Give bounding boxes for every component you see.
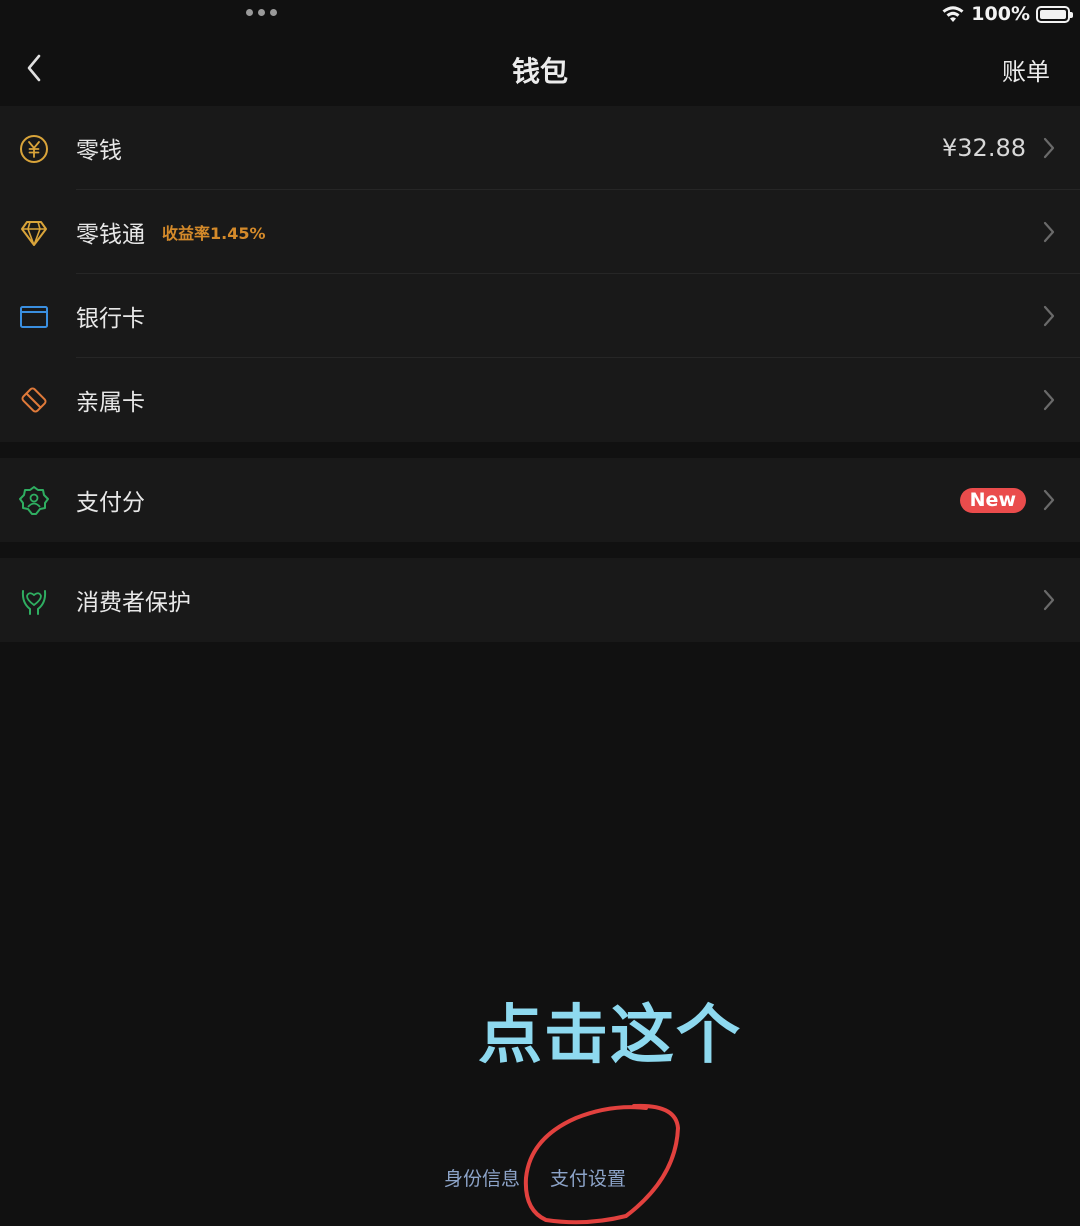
payscore-group: 支付分 New (0, 458, 1080, 542)
row-family-card-label: 亲属卡 (76, 390, 145, 416)
row-bank-card[interactable]: 银行卡 (0, 274, 1080, 358)
status-indicators: 100% (941, 3, 1073, 25)
row-bank-card-label: 银行卡 (76, 306, 145, 332)
protect-hands-icon (21, 590, 47, 615)
chevron-right-icon (1043, 305, 1055, 327)
status-bar: 100% (0, 0, 1080, 32)
row-consumer-protection[interactable]: 消费者保护 (0, 558, 1080, 642)
row-payscore-label: 支付分 (76, 490, 145, 516)
wallet-assets-group: 零钱 ¥32.88 零钱通 收益率1.45% 银行卡 亲属卡 (0, 106, 1080, 442)
new-badge: New (959, 488, 1026, 513)
yuan-coin-icon (20, 135, 48, 163)
family-card-icon (21, 387, 47, 413)
diamond-icon (21, 221, 47, 246)
row-lingqiantong-label: 零钱通 (76, 222, 145, 248)
bill-button[interactable]: 账单 (1002, 52, 1050, 87)
row-payscore[interactable]: 支付分 New (0, 458, 1080, 542)
chevron-right-icon (1043, 489, 1055, 511)
wifi-icon (942, 6, 964, 22)
chevron-right-icon (1043, 589, 1055, 611)
battery-icon (1036, 5, 1073, 23)
instruction-overlay: 点击这个 (478, 999, 742, 1073)
row-change-label: 零钱 (76, 138, 122, 164)
change-balance: ¥32.88 (942, 134, 1026, 162)
consumer-protection-group: 消费者保护 (0, 558, 1080, 642)
nav-bar: 钱包 账单 (0, 32, 1080, 106)
page-title: 钱包 (511, 55, 568, 88)
chevron-right-icon (1043, 389, 1055, 411)
highlight-circle (523, 1103, 681, 1225)
row-consumer-protection-label: 消费者保护 (76, 590, 191, 616)
bank-card-icon (20, 306, 48, 328)
battery-percentage: 100% (971, 3, 1030, 25)
chevron-right-icon (1043, 137, 1055, 159)
payment-settings-link[interactable]: 支付设置 (550, 1164, 626, 1191)
row-lingqiantong[interactable]: 零钱通 收益率1.45% (0, 190, 1080, 274)
yield-rate-tag: 收益率1.45% (162, 224, 266, 243)
row-change[interactable]: 零钱 ¥32.88 (0, 106, 1080, 190)
multitask-dots[interactable] (246, 9, 277, 16)
footer-links: 身份信息 支付设置 (0, 1164, 1080, 1194)
chevron-right-icon (1043, 221, 1055, 243)
row-family-card[interactable]: 亲属卡 (0, 358, 1080, 442)
badge-user-icon (19, 486, 49, 515)
identity-info-link[interactable]: 身份信息 (444, 1164, 520, 1191)
